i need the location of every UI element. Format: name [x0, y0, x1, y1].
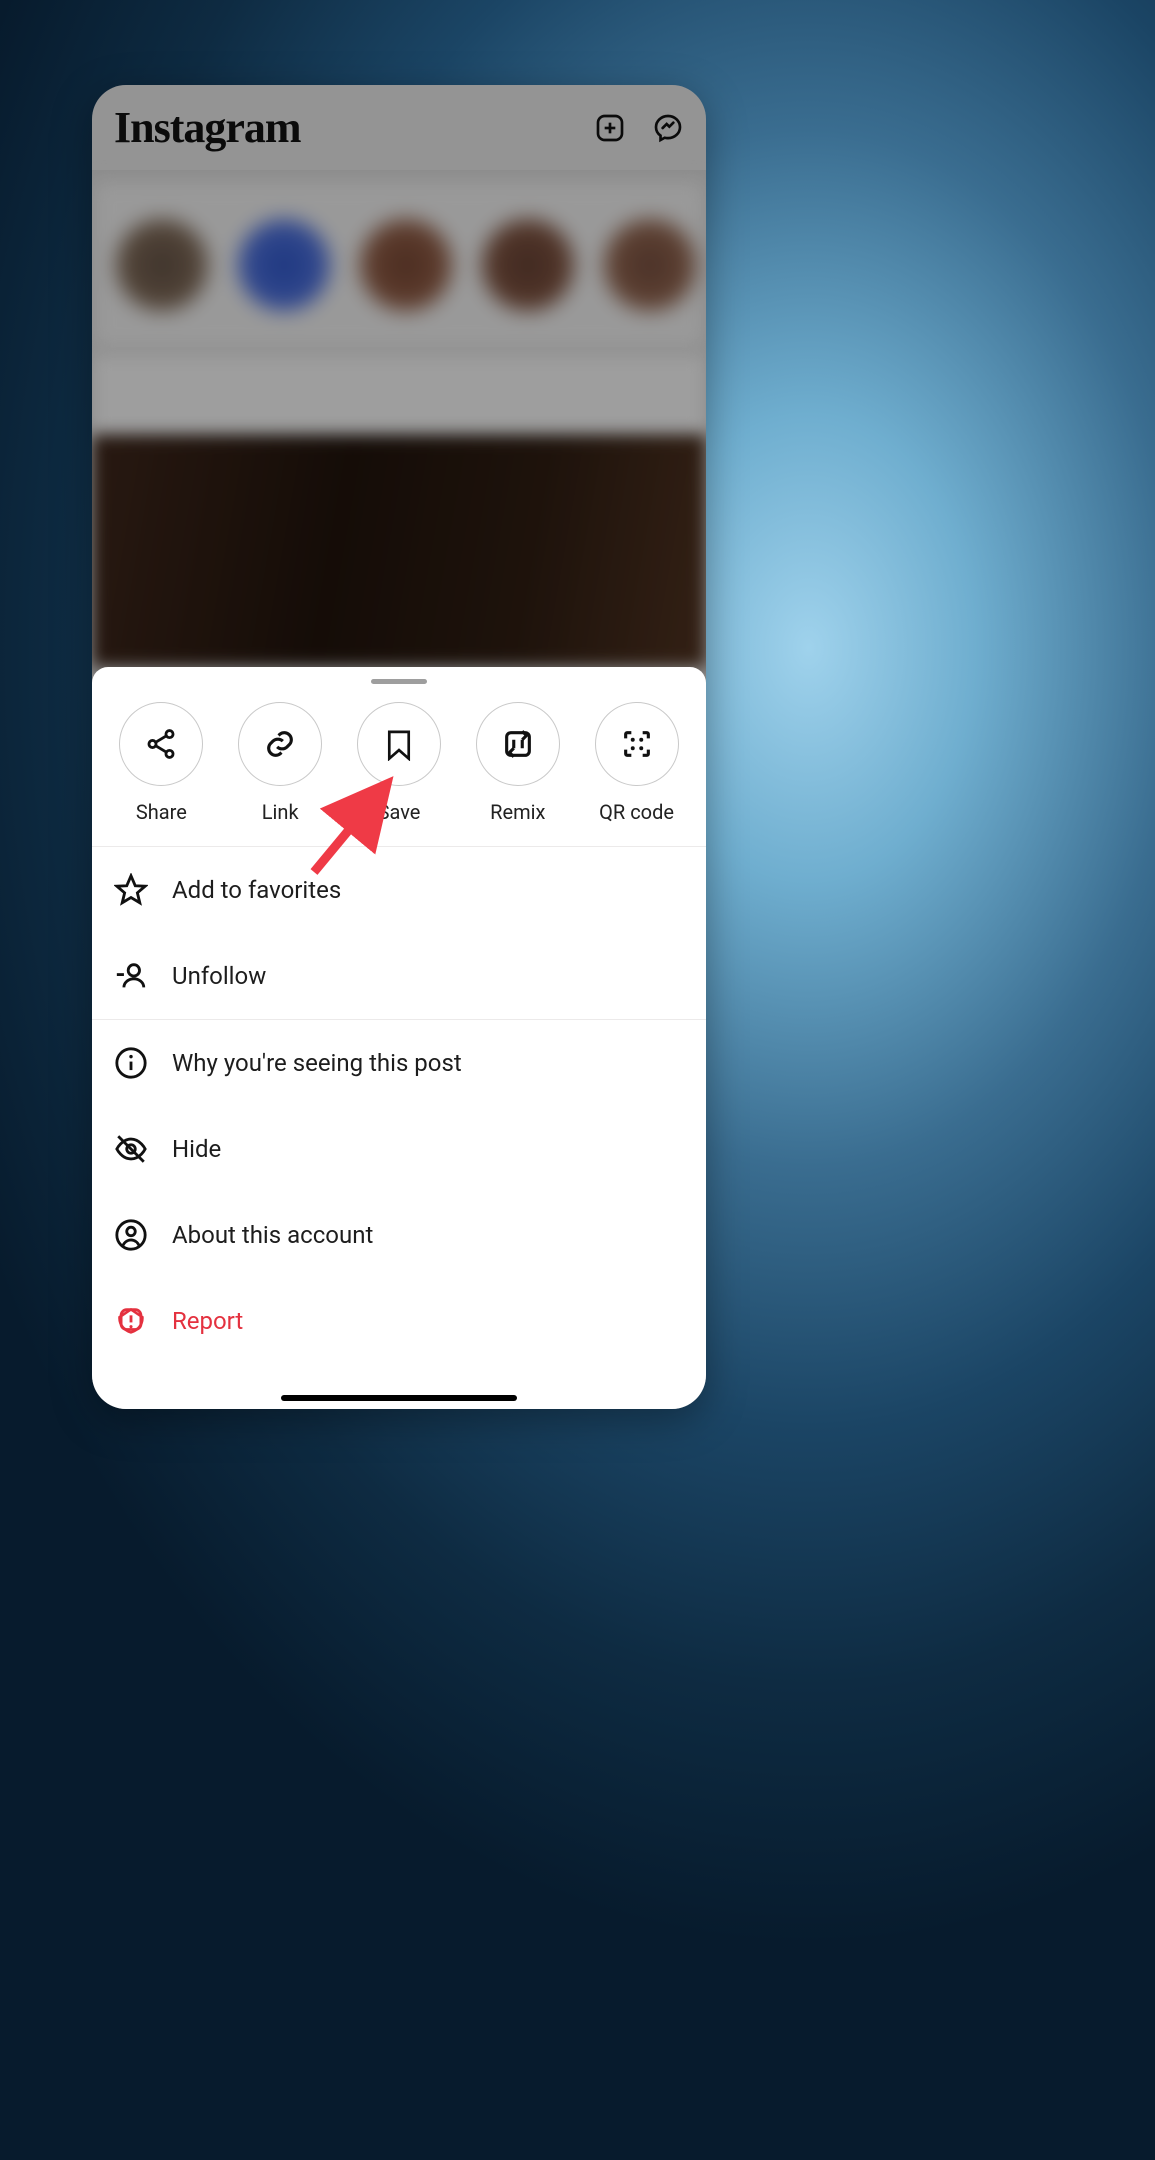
- report-item[interactable]: Report: [92, 1278, 706, 1364]
- unfollow-label: Unfollow: [172, 962, 266, 990]
- home-indicator: [281, 1395, 517, 1401]
- device-frame: Instagram: [92, 85, 706, 1409]
- link-icon: [263, 727, 297, 761]
- info-icon: [114, 1046, 148, 1080]
- qr-code-label: QR code: [599, 800, 674, 824]
- remix-icon: [501, 727, 535, 761]
- add-to-favorites-label: Add to favorites: [172, 876, 341, 904]
- account-icon: [114, 1218, 148, 1252]
- why-seeing-post-item[interactable]: Why you're seeing this post: [92, 1020, 706, 1106]
- share-icon: [144, 727, 178, 761]
- share-action[interactable]: Share: [111, 702, 211, 824]
- quick-actions-row: Share Link: [92, 684, 706, 847]
- add-to-favorites-item[interactable]: Add to favorites: [92, 847, 706, 933]
- qr-code-icon: [620, 727, 654, 761]
- why-seeing-post-label: Why you're seeing this post: [172, 1049, 462, 1077]
- save-action[interactable]: Save: [349, 702, 449, 824]
- hide-icon: [114, 1132, 148, 1166]
- save-label: Save: [378, 800, 421, 824]
- menu-group-info: Why you're seeing this post Hide: [92, 1020, 706, 1364]
- about-account-item[interactable]: About this account: [92, 1192, 706, 1278]
- remix-label: Remix: [490, 800, 545, 824]
- unfollow-item[interactable]: Unfollow: [92, 933, 706, 1019]
- hide-label: Hide: [172, 1135, 221, 1163]
- hide-item[interactable]: Hide: [92, 1106, 706, 1192]
- link-label: Link: [262, 800, 299, 824]
- bookmark-icon: [384, 727, 414, 761]
- link-action[interactable]: Link: [230, 702, 330, 824]
- unfollow-icon: [114, 959, 148, 993]
- qr-code-action[interactable]: QR code: [587, 702, 687, 824]
- about-account-label: About this account: [172, 1221, 373, 1249]
- star-icon: [114, 873, 148, 907]
- menu-group-follow: Add to favorites Unfollow: [92, 847, 706, 1020]
- report-label: Report: [172, 1307, 243, 1335]
- share-label: Share: [136, 800, 187, 824]
- report-icon: [114, 1304, 148, 1338]
- remix-action[interactable]: Remix: [468, 702, 568, 824]
- post-options-sheet: Share Link: [92, 667, 706, 1409]
